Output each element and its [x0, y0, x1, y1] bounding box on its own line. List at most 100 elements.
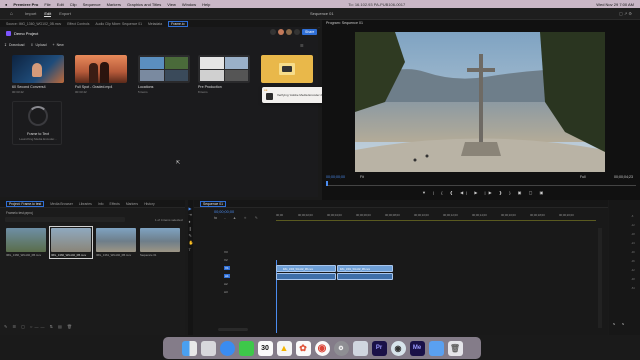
settings-icon[interactable]: [294, 29, 300, 35]
project-item[interactable]: IMG_1360_WG102_0B.mov: [6, 228, 46, 257]
tab-libraries[interactable]: Libraries: [79, 202, 92, 206]
tab-markers[interactable]: Markers: [126, 202, 138, 206]
meter-label: -12: [631, 224, 635, 227]
menu-help[interactable]: Help: [202, 2, 210, 7]
project-item[interactable]: IMG_1361_WG102_0B.mov: [96, 228, 136, 257]
program-scrubber[interactable]: [326, 181, 636, 186]
calendar-icon[interactable]: 30: [257, 340, 273, 356]
launchpad-icon[interactable]: [200, 340, 216, 356]
frameio-toolbar: ↧ Download ↥ Upload + New: [4, 43, 64, 47]
tab-edit[interactable]: Edit: [44, 11, 52, 17]
menu-graphics[interactable]: Graphics and Titles: [127, 2, 161, 7]
project-footer-icons[interactable]: ✎ ☰ ▢ ○—— ⇅ ▤ 🗑: [4, 324, 74, 329]
finder-icon[interactable]: [181, 340, 197, 356]
share-button[interactable]: Share: [302, 29, 318, 35]
safari-icon[interactable]: [219, 340, 235, 356]
upload-button[interactable]: Upload: [35, 43, 46, 47]
program-timecode[interactable]: 00;00;00;00: [326, 175, 345, 179]
download-icon[interactable]: ↧: [4, 43, 7, 47]
track-v2[interactable]: V2: [224, 258, 228, 262]
tab-metadata[interactable]: Metadata: [148, 22, 162, 26]
tab-source[interactable]: Source: IMG_1360_WG102_0B.mov: [6, 22, 61, 26]
project-item[interactable]: Sequence 01: [140, 228, 180, 257]
tab-frameio[interactable]: Frame.io: [168, 20, 188, 27]
timeline-zoom-bar[interactable]: [218, 328, 248, 331]
menu-markers[interactable]: Markers: [107, 2, 121, 7]
track-a1[interactable]: A1: [224, 274, 230, 278]
meter-label: -36: [631, 260, 635, 263]
menu-view[interactable]: View: [167, 2, 176, 7]
tab-media-browser[interactable]: Media Browser: [50, 202, 73, 206]
timeline-toolbar-icons[interactable]: ⇆ ⎯ ▲ ◾ ✎: [214, 216, 261, 220]
video-clip[interactable]: IMG_1360_WG102_0B.mov: [276, 265, 336, 272]
folder-card[interactable]: [261, 55, 313, 83]
frameio-project-name[interactable]: Demo Project: [14, 31, 38, 36]
track-v3[interactable]: V3: [224, 250, 228, 254]
frame-to-text-card[interactable]: Frame to Text Launching Media Encoder...: [12, 101, 62, 145]
tab-audio-mixer[interactable]: Audio Clip Mixer: Sequence 01: [95, 22, 142, 26]
tool-icons[interactable]: ⇥ ♦ ❙ ✎ ✋ T: [189, 211, 194, 253]
chrome-icon[interactable]: ◉: [314, 340, 330, 356]
tab-effect-controls[interactable]: Effect Controls: [67, 22, 89, 26]
menu-file[interactable]: File: [44, 2, 50, 7]
avatar[interactable]: [278, 29, 284, 35]
folder-card[interactable]: Locations 5 items: [138, 55, 190, 94]
google-drive-icon[interactable]: ▲: [276, 340, 292, 356]
quality-dropdown[interactable]: Full: [580, 175, 585, 179]
download-button[interactable]: Download: [9, 43, 25, 47]
menu-app-name[interactable]: Premiere Pro: [13, 2, 38, 7]
track-a2[interactable]: A2: [224, 282, 228, 286]
settings-icon[interactable]: ⚙: [333, 340, 349, 356]
trash-icon[interactable]: 🗑: [447, 340, 463, 356]
share-icon[interactable]: [270, 29, 276, 35]
apple-icon[interactable]: ●: [5, 2, 7, 7]
work-area-bar[interactable]: [276, 220, 596, 221]
new-icon[interactable]: +: [53, 43, 55, 47]
premiere-pro-icon[interactable]: Pr: [371, 340, 387, 356]
timeline-timecode[interactable]: 00;00;00;00: [214, 210, 234, 214]
tab-info[interactable]: Info: [98, 202, 104, 206]
preview-icon[interactable]: [352, 340, 368, 356]
tab-import[interactable]: Import: [25, 11, 36, 16]
folder-card[interactable]: Pre Production 8 items: [198, 55, 250, 94]
avatar-2[interactable]: [286, 29, 292, 35]
fit-dropdown[interactable]: Fit: [360, 175, 364, 179]
menu-sequence[interactable]: Sequence: [83, 2, 101, 7]
project-item-selected[interactable]: IMG_1360_WG102_0B.mov: [49, 226, 93, 259]
messages-icon[interactable]: [238, 340, 254, 356]
tab-export[interactable]: Export: [59, 11, 71, 16]
menu-window[interactable]: Window: [182, 2, 196, 7]
tab-sequence[interactable]: Sequence 01: [200, 200, 226, 207]
asset-thumbnail: [12, 55, 64, 83]
track-a3[interactable]: A3: [224, 290, 228, 294]
menu-edit[interactable]: Edit: [57, 2, 64, 7]
solo-button[interactable]: S: [622, 322, 624, 326]
transport-controls[interactable]: ▼ | { ❰ ◀| ▶ |▶ ❱ } ▣ ▢ ▣: [422, 190, 546, 195]
project-search-input[interactable]: [5, 217, 125, 222]
view-options-icon[interactable]: ☰: [300, 43, 304, 48]
header-icons[interactable]: ▢ ↗ ⚙: [619, 11, 632, 16]
new-button[interactable]: New: [57, 43, 64, 47]
project-bin-name: Frameio test.prproj: [6, 211, 33, 215]
video-clip[interactable]: IMG_1361_WG102_0B.mov: [337, 265, 393, 272]
media-encoder-icon[interactable]: Me: [409, 340, 425, 356]
menu-clip[interactable]: Clip: [70, 2, 77, 7]
upload-icon[interactable]: ↥: [31, 43, 34, 47]
tab-effects[interactable]: Effects: [110, 202, 120, 206]
track-v1[interactable]: V1: [224, 266, 230, 270]
media-encoder-alt-icon[interactable]: ◉: [390, 340, 406, 356]
asset-card[interactable]: Full Spot - Graded.mp4 00:33:42: [75, 55, 127, 94]
tab-project[interactable]: Project: Frame.io test: [6, 200, 45, 207]
asset-card[interactable]: 60 Second Convers4 00:33:42: [12, 55, 64, 94]
audio-clip[interactable]: [276, 273, 336, 280]
photos-icon[interactable]: ✿: [295, 340, 311, 356]
toast-close-icons[interactable]: ●●: [264, 88, 268, 92]
folder-meta: 5 items: [138, 90, 148, 94]
audio-clip[interactable]: [337, 273, 393, 280]
tab-history[interactable]: History: [144, 202, 155, 206]
home-icon[interactable]: ⌂: [10, 11, 13, 17]
program-playhead[interactable]: [326, 181, 328, 186]
solo-button[interactable]: S: [613, 322, 615, 326]
timeline-scrollbar[interactable]: [598, 228, 602, 328]
files-icon[interactable]: [428, 340, 444, 356]
